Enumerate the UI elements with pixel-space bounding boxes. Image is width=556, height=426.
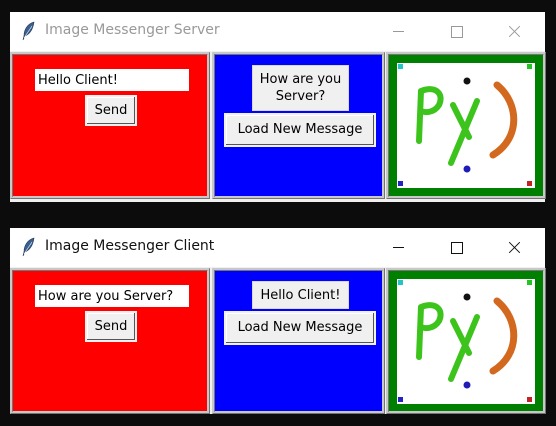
eye-top [463, 293, 471, 301]
close-icon[interactable] [491, 12, 537, 51]
corner-dot-bottom-left [398, 397, 403, 402]
close-icon[interactable] [491, 228, 537, 267]
feather-icon [22, 237, 35, 257]
corner-dot-top-right [527, 280, 532, 285]
message-input[interactable] [35, 69, 189, 91]
message-image [397, 63, 535, 188]
corner-dot-top-left [398, 64, 403, 69]
py-smiley-drawing [398, 280, 532, 402]
minimize-icon[interactable] [375, 228, 421, 267]
corner-dot-top-right [527, 64, 532, 69]
eye-bottom [463, 381, 471, 389]
py-smiley-drawing [398, 64, 532, 186]
server-window: Image Messenger Server Send How are you … [10, 12, 546, 202]
load-new-message-button[interactable]: Load New Message [224, 311, 376, 345]
maximize-icon[interactable] [434, 228, 480, 267]
corner-dot-top-left [398, 280, 403, 285]
send-frame: Send [10, 52, 210, 199]
server-title-bar[interactable]: Image Messenger Server [10, 12, 545, 51]
minimize-icon[interactable] [375, 12, 421, 51]
client-title-bar[interactable]: Image Messenger Client [10, 228, 545, 267]
receive-frame: How are you Server? Load New Message [212, 52, 385, 199]
corner-dot-bottom-right [527, 397, 532, 402]
corner-dot-bottom-left [398, 181, 403, 186]
image-frame [386, 268, 546, 414]
window-title: Image Messenger Client [45, 238, 215, 254]
message-image [397, 279, 535, 404]
maximize-icon[interactable] [434, 12, 480, 51]
received-message-label: How are you Server? [252, 65, 349, 111]
py-letters [416, 302, 480, 382]
send-frame: Send [10, 268, 210, 414]
load-new-message-button[interactable]: Load New Message [224, 113, 376, 147]
received-message-label: Hello Client! [252, 281, 349, 309]
eye-top [463, 77, 471, 85]
feather-icon [22, 21, 35, 41]
image-frame [386, 52, 546, 199]
client-window: Image Messenger Client Send Hello Client… [10, 228, 546, 414]
send-button[interactable]: Send [85, 95, 137, 126]
receive-frame: Hello Client! Load New Message [212, 268, 385, 414]
smile-curve [489, 297, 518, 375]
corner-dot-bottom-right [527, 181, 532, 186]
window-title: Image Messenger Server [45, 22, 220, 38]
message-input[interactable] [35, 285, 189, 307]
send-button[interactable]: Send [85, 311, 137, 342]
eye-bottom [463, 165, 471, 173]
py-letters [416, 86, 480, 166]
smile-curve [489, 81, 518, 159]
